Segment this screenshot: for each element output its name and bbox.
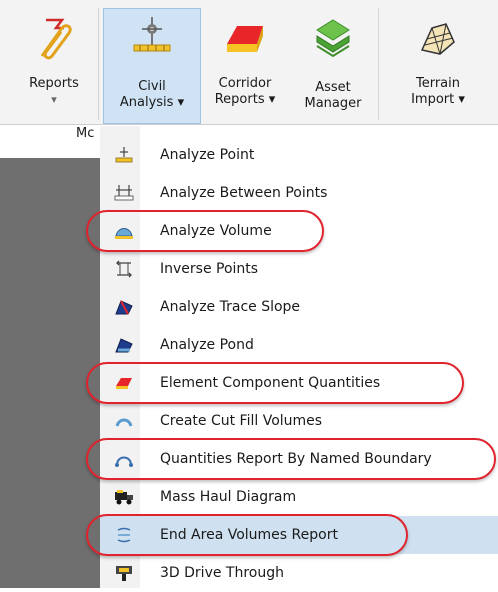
menu-item-label: Create Cut Fill Volumes	[160, 413, 323, 429]
corridor-reports-label: Corridor Reports ▾	[214, 76, 276, 107]
reports-label: Reports ▾	[29, 76, 79, 106]
reports-button[interactable]: Reports ▾	[20, 12, 88, 124]
terrain-import-button[interactable]: Terrain Import ▾	[396, 12, 480, 124]
ribbon-separator	[98, 8, 99, 120]
analyze-between-points-icon	[114, 185, 134, 201]
analyze-point-icon	[115, 147, 133, 163]
menu-item-label: Analyze Trace Slope	[160, 299, 301, 315]
analyze-trace-slope-icon	[115, 300, 133, 315]
menu-item-inverse-points[interactable]: Inverse Points	[100, 250, 498, 288]
asset-manager-icon	[316, 19, 350, 58]
highlight-ring-end-area-volumes	[86, 514, 408, 556]
highlight-ring-analyze-volume	[86, 210, 324, 252]
menu-item-create-cut-fill-volumes[interactable]: Create Cut Fill Volumes	[100, 402, 498, 440]
menu-item-label: Analyze Between Points	[160, 185, 328, 201]
asset-manager-label: Asset Manager	[304, 80, 362, 111]
ribbon-divider	[0, 124, 498, 125]
corridor-reports-icon	[227, 26, 263, 52]
cut-fill-volumes-icon	[115, 418, 133, 427]
ribbon-separator	[378, 8, 379, 120]
menu-item-label: Mass Haul Diagram	[160, 489, 297, 505]
civil-analysis-button[interactable]: Civil Analysis ▾	[103, 8, 201, 124]
menu-item-label: Inverse Points	[160, 261, 259, 277]
paperclip-report-icon	[40, 18, 72, 60]
inverse-points-icon	[116, 260, 132, 278]
workspace-background	[0, 158, 100, 588]
ribbon-group-label: Mc	[76, 126, 95, 141]
menu-item-label: 3D Drive Through	[160, 565, 284, 581]
menu-item-analyze-point[interactable]: Analyze Point	[100, 136, 498, 174]
analyze-pond-icon	[115, 338, 133, 353]
civil-analysis-icon	[133, 17, 171, 52]
asset-manager-button[interactable]: Asset Manager	[296, 12, 370, 124]
menu-item-analyze-pond[interactable]: Analyze Pond	[100, 326, 498, 364]
menu-item-analyze-trace-slope[interactable]: Analyze Trace Slope	[100, 288, 498, 326]
highlight-ring-element-component-quantities	[86, 362, 464, 404]
drive-through-icon	[116, 566, 132, 581]
terrain-import-icon	[420, 23, 455, 55]
civil-analysis-label: Civil Analysis ▾	[119, 79, 185, 110]
mass-haul-icon	[115, 490, 133, 505]
terrain-import-label: Terrain Import ▾	[411, 76, 465, 107]
menu-item-label: Analyze Pond	[160, 337, 254, 353]
menu-item-label: Analyze Point	[160, 147, 255, 163]
menu-item-3d-drive-through[interactable]: 3D Drive Through	[100, 554, 498, 592]
menu-item-mass-haul-diagram[interactable]: Mass Haul Diagram	[100, 478, 498, 516]
corridor-reports-button[interactable]: Corridor Reports ▾	[204, 12, 286, 124]
highlight-ring-named-boundary	[86, 438, 496, 480]
menu-item-analyze-between-points[interactable]: Analyze Between Points	[100, 174, 498, 212]
